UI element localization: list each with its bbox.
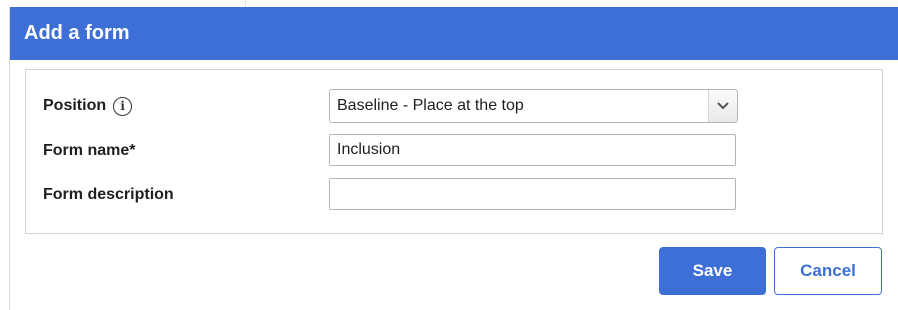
position-select[interactable]: Baseline - Place at the top bbox=[329, 89, 738, 123]
position-label: Position bbox=[43, 97, 107, 114]
form-name-row: Form name* bbox=[26, 134, 882, 168]
position-row: Position i Baseline - Place at the top bbox=[26, 89, 882, 123]
form-description-label: Form description bbox=[43, 186, 174, 203]
form-description-row: Form description bbox=[26, 178, 882, 212]
add-form-dialog: Add a form Position i Baseline - Place a… bbox=[9, 7, 898, 310]
form-description-input[interactable] bbox=[329, 178, 736, 210]
position-select-value: Baseline - Place at the top bbox=[337, 97, 524, 114]
chevron-down-icon[interactable] bbox=[708, 90, 737, 122]
save-button[interactable]: Save bbox=[659, 247, 766, 295]
dialog-header: Add a form bbox=[10, 7, 898, 60]
page-background-strip bbox=[0, 0, 898, 7]
form-name-input[interactable] bbox=[329, 134, 736, 166]
dialog-title: Add a form bbox=[24, 22, 130, 44]
form-name-label: Form name* bbox=[43, 142, 136, 159]
divider bbox=[245, 0, 246, 7]
form-panel: Position i Baseline - Place at the top F… bbox=[25, 69, 883, 234]
position-label-wrap: Position i bbox=[43, 89, 133, 123]
info-icon[interactable]: i bbox=[113, 96, 133, 116]
cancel-button[interactable]: Cancel bbox=[774, 247, 882, 295]
